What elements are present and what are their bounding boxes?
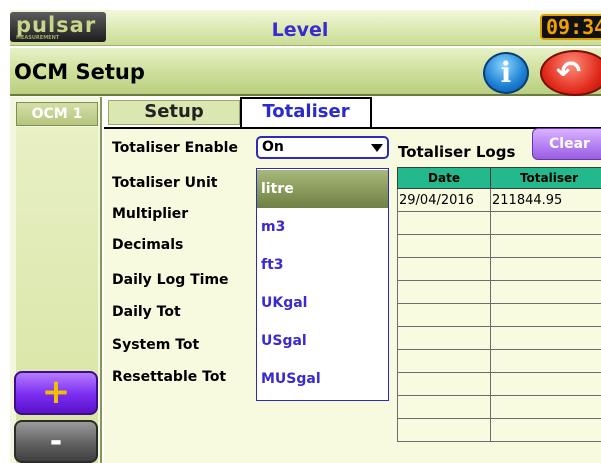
- clock-display: 09:34: [540, 14, 601, 40]
- page-title: OCM Setup: [14, 60, 145, 84]
- log-total-cell: [490, 303, 601, 327]
- log-date-cell: 29/04/2016: [397, 188, 491, 212]
- table-row[interactable]: [397, 372, 601, 396]
- totaliser-enable-value: On: [262, 139, 284, 155]
- log-total-cell: [490, 211, 601, 235]
- sidebar-item-ocm-1[interactable]: OCM 1: [16, 102, 98, 126]
- log-date-cell: [397, 280, 491, 304]
- field-label-system-tot: System Tot: [112, 337, 200, 353]
- log-date-cell: [397, 349, 491, 373]
- log-date-cell: [397, 234, 491, 258]
- table-row[interactable]: [397, 234, 601, 258]
- table-row[interactable]: [397, 395, 601, 419]
- clear-logs-button[interactable]: Clear: [532, 128, 601, 160]
- log-total-cell: [490, 326, 601, 350]
- unit-option-ft3[interactable]: ft3: [257, 246, 388, 284]
- totaliser-logs-title: Totaliser Logs: [398, 143, 516, 161]
- field-label-totaliser-unit: Totaliser Unit: [112, 175, 218, 191]
- table-row[interactable]: [397, 349, 601, 373]
- table-row[interactable]: [397, 280, 601, 304]
- log-total-cell: [490, 280, 601, 304]
- back-arrow-icon: ↶: [556, 55, 582, 90]
- log-total-cell: [490, 257, 601, 281]
- log-total-cell: [490, 395, 601, 419]
- tab-setup[interactable]: Setup: [108, 100, 240, 125]
- log-total-cell: [490, 372, 601, 396]
- pulsar-logo: pulsar MEASUREMENT: [10, 12, 106, 42]
- screen-title: Level: [271, 19, 329, 41]
- log-date-cell: [397, 418, 491, 442]
- log-total-cell: [490, 418, 601, 442]
- tab-totaliser[interactable]: Totaliser: [240, 97, 372, 128]
- unit-option-ukgal[interactable]: UKgal: [257, 284, 388, 322]
- table-row[interactable]: 29/04/2016 211844.95: [397, 188, 601, 212]
- log-total-cell: 211844.95: [490, 188, 601, 212]
- table-row[interactable]: [397, 303, 601, 327]
- unit-option-litre[interactable]: litre: [257, 170, 388, 208]
- table-row[interactable]: [397, 418, 601, 442]
- log-total-cell: [490, 234, 601, 258]
- add-button[interactable]: +: [14, 371, 98, 415]
- log-date-cell: [397, 257, 491, 281]
- back-button[interactable]: ↶: [540, 50, 601, 96]
- log-date-cell: [397, 395, 491, 419]
- field-label-multiplier: Multiplier: [112, 206, 189, 222]
- column-header-date: Date: [397, 167, 491, 189]
- logo-tagline: MEASUREMENT: [16, 35, 60, 41]
- log-date-cell: [397, 211, 491, 235]
- table-row[interactable]: [397, 326, 601, 350]
- info-button[interactable]: i: [483, 52, 529, 94]
- unit-option-m3[interactable]: m3: [257, 208, 388, 246]
- info-icon: i: [500, 56, 512, 89]
- table-row[interactable]: [397, 211, 601, 235]
- unit-option-usgal[interactable]: USgal: [257, 322, 388, 360]
- field-label-decimals: Decimals: [112, 237, 184, 253]
- column-header-totaliser: Totaliser: [490, 167, 601, 189]
- totaliser-logs-table: Date Totaliser 29/04/2016 211844.95: [397, 167, 601, 442]
- log-date-cell: [397, 372, 491, 396]
- logo-text: pulsar: [16, 13, 97, 37]
- unit-option-musgal[interactable]: MUSgal: [257, 360, 388, 398]
- remove-button[interactable]: -: [14, 420, 98, 463]
- field-label-resettable-tot: Resettable Tot: [112, 369, 227, 385]
- log-date-cell: [397, 303, 491, 327]
- log-date-cell: [397, 326, 491, 350]
- field-label-daily-tot: Daily Tot: [112, 304, 181, 320]
- table-header-row: Date Totaliser: [397, 167, 601, 189]
- totaliser-unit-dropdown[interactable]: litre m3 ft3 UKgal USgal MUSgal: [256, 168, 389, 401]
- totaliser-enable-select[interactable]: On: [256, 136, 389, 159]
- log-total-cell: [490, 349, 601, 373]
- dropdown-arrow-icon: [371, 144, 383, 152]
- field-label-daily-log-time: Daily Log Time: [112, 272, 229, 288]
- table-row[interactable]: [397, 257, 601, 281]
- field-label-totaliser-enable: Totaliser Enable: [112, 140, 238, 156]
